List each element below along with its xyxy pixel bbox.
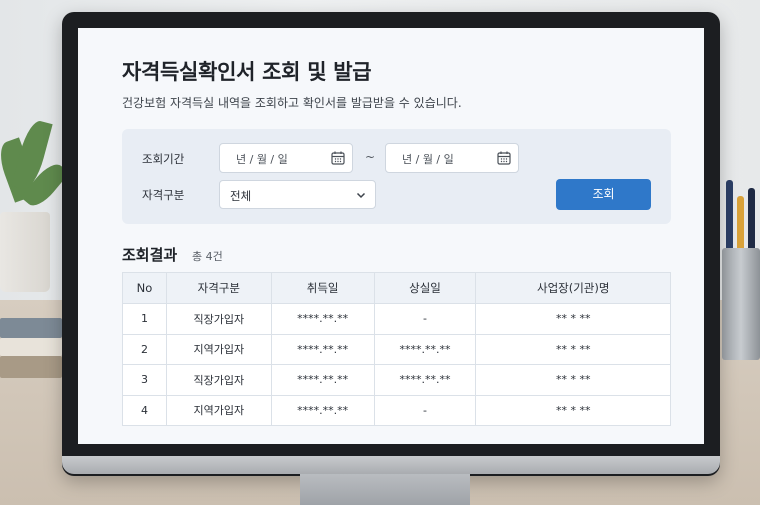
result-count: 총 4건 xyxy=(192,250,223,263)
start-date-input[interactable]: 년 / 월 / 일 xyxy=(219,143,353,173)
acquisition-date: ****.**.** xyxy=(270,394,375,426)
column-header: 취득일 xyxy=(270,272,375,304)
column-header: 사업장(기관)명 xyxy=(475,272,671,304)
workplace-name: ** * ** xyxy=(475,364,671,396)
pen-cup xyxy=(722,248,760,360)
table-header-row: No 자격구분 취득일 상실일 사업장(기관)명 xyxy=(122,272,671,304)
loss-date: - xyxy=(373,303,477,335)
acquisition-date: ****.**.** xyxy=(270,333,375,365)
filter-panel: 조회기간 년 / 월 / 일 ~ 년 / 월 / 일 자격구분 전체 조회 xyxy=(122,129,671,224)
pen xyxy=(748,188,755,250)
table-row[interactable]: 1 직장가입자 ****.**.** - ** * ** xyxy=(122,303,671,335)
result-table: No 자격구분 취득일 상실일 사업장(기관)명 1 직장가입자 ****.**… xyxy=(122,272,671,426)
workplace-name: ** * ** xyxy=(475,303,671,335)
row-number: 4 xyxy=(122,394,167,426)
column-header: 상실일 xyxy=(373,272,477,304)
monitor-chin xyxy=(62,456,720,474)
column-header: No xyxy=(122,272,167,304)
qualification-type: 직장가입자 xyxy=(165,364,272,396)
page-description: 건강보험 자격득실 내역을 조회하고 확인서를 발급받을 수 있습니다. xyxy=(122,96,462,110)
plant-pot xyxy=(0,212,50,292)
row-number: 2 xyxy=(122,333,167,365)
date-range-separator: ~ xyxy=(365,150,376,164)
loss-date: ****.**.** xyxy=(373,333,477,365)
workplace-name: ** * ** xyxy=(475,394,671,426)
type-label: 자격구분 xyxy=(142,188,185,202)
book xyxy=(0,338,62,356)
monitor-stand xyxy=(300,474,470,505)
acquisition-date: ****.**.** xyxy=(270,364,375,396)
pen xyxy=(726,180,733,250)
screen: 자격득실확인서 조회 및 발급 건강보험 자격득실 내역을 조회하고 확인서를 … xyxy=(78,28,704,444)
qualification-type: 직장가입자 xyxy=(165,303,272,335)
period-label: 조회기간 xyxy=(142,152,185,166)
calendar-icon[interactable] xyxy=(496,150,512,166)
book xyxy=(0,356,62,378)
column-header: 자격구분 xyxy=(165,272,272,304)
chevron-down-icon xyxy=(356,192,366,199)
calendar-icon[interactable] xyxy=(330,150,346,166)
start-date-placeholder: 년 / 월 / 일 xyxy=(236,153,288,166)
result-title: 조회결과 xyxy=(122,246,178,264)
search-button[interactable]: 조회 xyxy=(556,179,651,210)
pen xyxy=(737,196,744,252)
loss-date: - xyxy=(373,394,477,426)
row-number: 3 xyxy=(122,364,167,396)
qualification-type: 지역가입자 xyxy=(165,394,272,426)
row-number: 1 xyxy=(122,303,167,335)
loss-date: ****.**.** xyxy=(373,364,477,396)
acquisition-date: ****.**.** xyxy=(270,303,375,335)
end-date-placeholder: 년 / 월 / 일 xyxy=(402,153,454,166)
type-select[interactable]: 전체 xyxy=(219,180,376,209)
type-selected-value: 전체 xyxy=(230,189,252,203)
workplace-name: ** * ** xyxy=(475,333,671,365)
end-date-input[interactable]: 년 / 월 / 일 xyxy=(385,143,519,173)
page-title: 자격득실확인서 조회 및 발급 xyxy=(122,60,372,84)
table-row[interactable]: 2 지역가입자 ****.**.** ****.**.** ** * ** xyxy=(122,333,671,365)
book xyxy=(0,318,62,338)
table-row[interactable]: 3 직장가입자 ****.**.** ****.**.** ** * ** xyxy=(122,364,671,396)
table-row[interactable]: 4 지역가입자 ****.**.** - ** * ** xyxy=(122,394,671,426)
qualification-type: 지역가입자 xyxy=(165,333,272,365)
